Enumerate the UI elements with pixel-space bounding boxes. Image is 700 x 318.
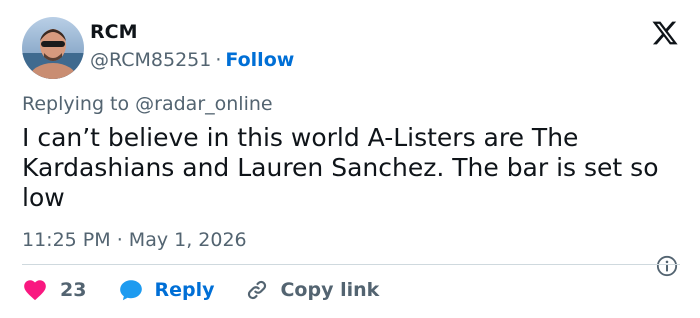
link-icon [248, 280, 267, 300]
author-name[interactable]: RCM [90, 20, 137, 44]
reply-button[interactable]: Reply [118, 277, 214, 303]
date-separator: · [116, 229, 123, 251]
replying-prefix: Replying to [22, 93, 130, 115]
speech-bubble-icon [120, 280, 143, 301]
heart-icon [24, 280, 46, 301]
replying-to-handle[interactable]: @radar_online [135, 93, 272, 115]
copy-link-label: Copy link [280, 279, 380, 301]
tweet-card: RCM @RCM85251 · Follow Replying to @radar_… [0, 0, 700, 318]
action-bar: 23 Reply Copy link [22, 277, 379, 303]
tweet-text: I can’t believe in this world A-Listers … [22, 123, 659, 212]
reply-label: Reply [154, 279, 215, 301]
follow-link[interactable]: Follow [225, 49, 294, 71]
tweet-timestamp[interactable]: 11:25 PM · May 1, 2026 [22, 228, 247, 252]
tweet-date: May 1, 2026 [128, 229, 247, 251]
x-logo-icon[interactable] [650, 19, 680, 47]
copy-link-button[interactable]: Copy link [244, 277, 379, 303]
author-handle[interactable]: @RCM85251 [90, 49, 211, 71]
divider [22, 264, 680, 265]
author-handle-row: @RCM85251 · Follow [90, 48, 294, 72]
tweet-time: 11:25 PM [22, 229, 111, 251]
replying-to-line: Replying to @radar_online [22, 92, 273, 116]
avatar[interactable] [22, 17, 84, 79]
handle-separator: · [215, 49, 222, 71]
like-button[interactable]: 23 [22, 277, 86, 303]
info-icon[interactable] [656, 255, 678, 277]
like-count: 23 [60, 279, 87, 301]
